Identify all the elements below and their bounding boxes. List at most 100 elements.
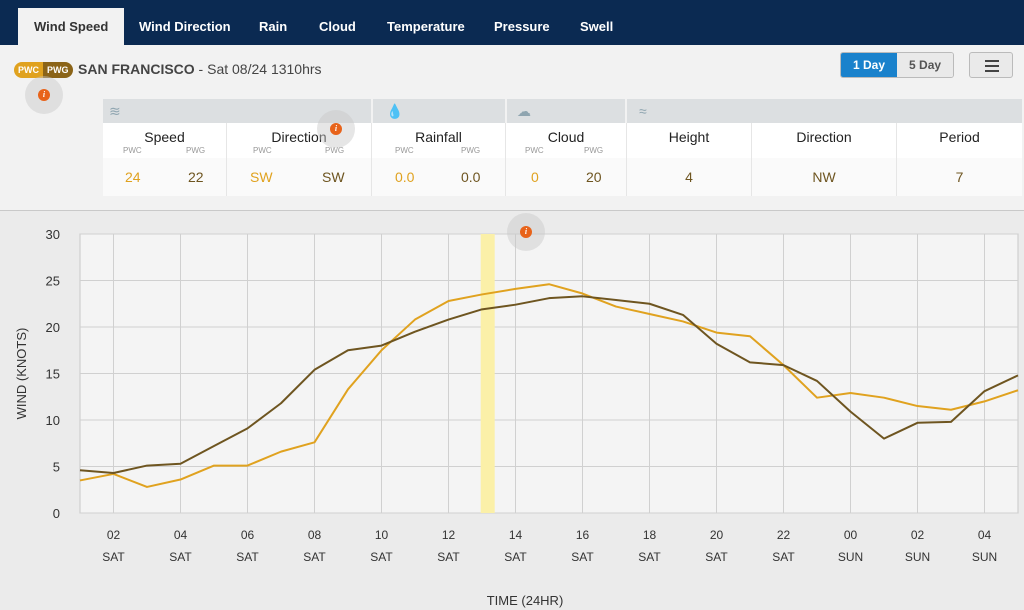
speed-label: Speed xyxy=(144,129,185,145)
period-value: 7 xyxy=(955,169,964,185)
divider xyxy=(625,99,627,123)
table-icon-row: ≋ 💧 ☁ ≈ xyxy=(103,99,1022,123)
x-tick-day-label: SAT xyxy=(638,550,661,564)
x-tick-label: 00 xyxy=(844,528,858,542)
range-toggle: 1 Day 5 Day xyxy=(840,52,955,78)
wave-icon: ≈ xyxy=(639,103,647,119)
x-tick-day-label: SAT xyxy=(370,550,393,564)
tab-temperature[interactable]: Temperature xyxy=(371,8,481,45)
x-tick-day-label: SAT xyxy=(571,550,594,564)
speed-column: Speed PWC PWG 24 22 xyxy=(103,123,227,196)
pwg-sublabel: PWG xyxy=(186,146,206,155)
x-tick-day-label: SAT xyxy=(169,550,192,564)
cloud-column: Cloud PWC PWG 0 20 xyxy=(506,123,627,196)
period-column: Period 7 xyxy=(897,123,1022,196)
y-tick-label: 20 xyxy=(46,320,60,335)
x-tick-label: 02 xyxy=(107,528,121,542)
hamburger-line xyxy=(985,60,999,62)
tab-wind-speed[interactable]: Wind Speed xyxy=(18,8,125,45)
x-tick-label: 08 xyxy=(308,528,322,542)
one-day-button[interactable]: 1 Day xyxy=(841,53,898,77)
period-label: Period xyxy=(939,129,980,145)
y-tick-label: 5 xyxy=(53,460,60,475)
x-tick-label: 14 xyxy=(509,528,523,542)
x-tick-day-label: SAT xyxy=(236,550,259,564)
info-icon: i xyxy=(330,123,342,135)
cloud-pwg-value: 20 xyxy=(586,169,602,185)
x-tick-day-label: SUN xyxy=(838,550,863,564)
direction-pwc-value: SW xyxy=(250,169,273,185)
x-tick-label: 02 xyxy=(911,528,925,542)
pwc-sublabel: PWC xyxy=(123,146,142,155)
tab-rain[interactable]: Rain xyxy=(243,8,303,45)
location-name: SAN FRANCISCO xyxy=(78,61,195,77)
cloud-pwc-value: 0 xyxy=(531,169,539,185)
swell-direction-value: NW xyxy=(812,169,836,185)
five-day-button[interactable]: 5 Day xyxy=(897,53,954,77)
pwc-sublabel: PWC xyxy=(525,146,544,155)
top-nav: Wind Speed Wind Direction Rain Cloud Tem… xyxy=(0,0,1024,45)
y-tick-label: 10 xyxy=(46,413,60,428)
rainfall-pwg-value: 0.0 xyxy=(461,169,481,185)
swell-direction-label: Direction xyxy=(796,129,852,145)
tab-swell[interactable]: Swell xyxy=(564,8,629,45)
location-title: SAN FRANCISCO - Sat 08/24 1310hrs xyxy=(78,61,322,77)
speed-pwg-value: 22 xyxy=(188,169,204,185)
pwc-sublabel: PWC xyxy=(395,146,414,155)
forecast-datetime: - Sat 08/24 1310hrs xyxy=(194,61,322,77)
speed-pwc-value: 24 xyxy=(125,169,141,185)
cloud-icon: ☁ xyxy=(517,103,531,119)
x-axis-label: TIME (24HR) xyxy=(487,593,564,608)
raindrop-icon: 💧 xyxy=(386,103,404,119)
tab-wind-direction[interactable]: Wind Direction xyxy=(123,8,247,45)
info-button-chart[interactable]: i xyxy=(507,213,545,251)
tab-pressure[interactable]: Pressure xyxy=(478,8,566,45)
height-column: Height 4 xyxy=(627,123,752,196)
x-tick-day-label: SAT xyxy=(772,550,795,564)
hamburger-line xyxy=(985,70,999,72)
x-tick-day-label: SAT xyxy=(437,550,460,564)
wind-speed-chart: 0 5 10 15 20 25 30 02 SAT 04 SAT 06 SAT 08 SAT 10 SAT 12… xyxy=(14,227,1019,608)
cloud-label: Cloud xyxy=(547,129,585,145)
divider xyxy=(505,99,507,123)
info-icon: i xyxy=(520,226,532,238)
direction-pwg-value: SW xyxy=(322,169,345,185)
current-time-marker xyxy=(480,234,495,513)
x-tick-label: 22 xyxy=(777,528,791,542)
x-tick-label: 12 xyxy=(442,528,456,542)
x-tick-label: 18 xyxy=(643,528,657,542)
x-tick-label: 04 xyxy=(978,528,992,542)
x-tick-day-label: SUN xyxy=(972,550,997,564)
swell-direction-column: Direction NW xyxy=(752,123,897,196)
y-tick-label: 25 xyxy=(46,274,60,289)
x-tick-label: 10 xyxy=(375,528,389,542)
rainfall-column: Rainfall PWC PWG 0.0 0.0 xyxy=(372,123,506,196)
x-tick-label: 06 xyxy=(241,528,255,542)
height-value: 4 xyxy=(685,169,693,185)
x-tick-day-label: SAT xyxy=(705,550,728,564)
info-button[interactable]: i xyxy=(25,76,63,114)
y-axis-label: WIND (KNOTS) xyxy=(14,328,29,420)
divider xyxy=(371,99,373,123)
tab-cloud[interactable]: Cloud xyxy=(303,8,372,45)
pwg-sublabel: PWG xyxy=(584,146,604,155)
height-label: Height xyxy=(668,129,710,145)
x-tick-day-label: SAT xyxy=(303,550,326,564)
wind-icon: ≋ xyxy=(109,103,121,119)
x-tick-day-label: SAT xyxy=(102,550,125,564)
y-tick-label: 15 xyxy=(46,367,60,382)
x-tick-day-label: SUN xyxy=(905,550,930,564)
rainfall-pwc-value: 0.0 xyxy=(395,169,415,185)
rainfall-label: Rainfall xyxy=(415,129,462,145)
info-icon: i xyxy=(38,89,50,101)
pwg-sublabel: PWG xyxy=(461,146,481,155)
x-tick-label: 20 xyxy=(710,528,724,542)
y-tick-label: 0 xyxy=(53,506,60,521)
y-tick-label: 30 xyxy=(46,227,60,242)
x-tick-label: 16 xyxy=(576,528,590,542)
menu-button[interactable] xyxy=(969,52,1013,78)
info-button-direction[interactable]: i xyxy=(317,110,355,148)
x-tick-label: 04 xyxy=(174,528,188,542)
y-axis-ticks: 0 5 10 15 20 25 30 xyxy=(46,227,60,521)
hamburger-line xyxy=(985,65,999,67)
